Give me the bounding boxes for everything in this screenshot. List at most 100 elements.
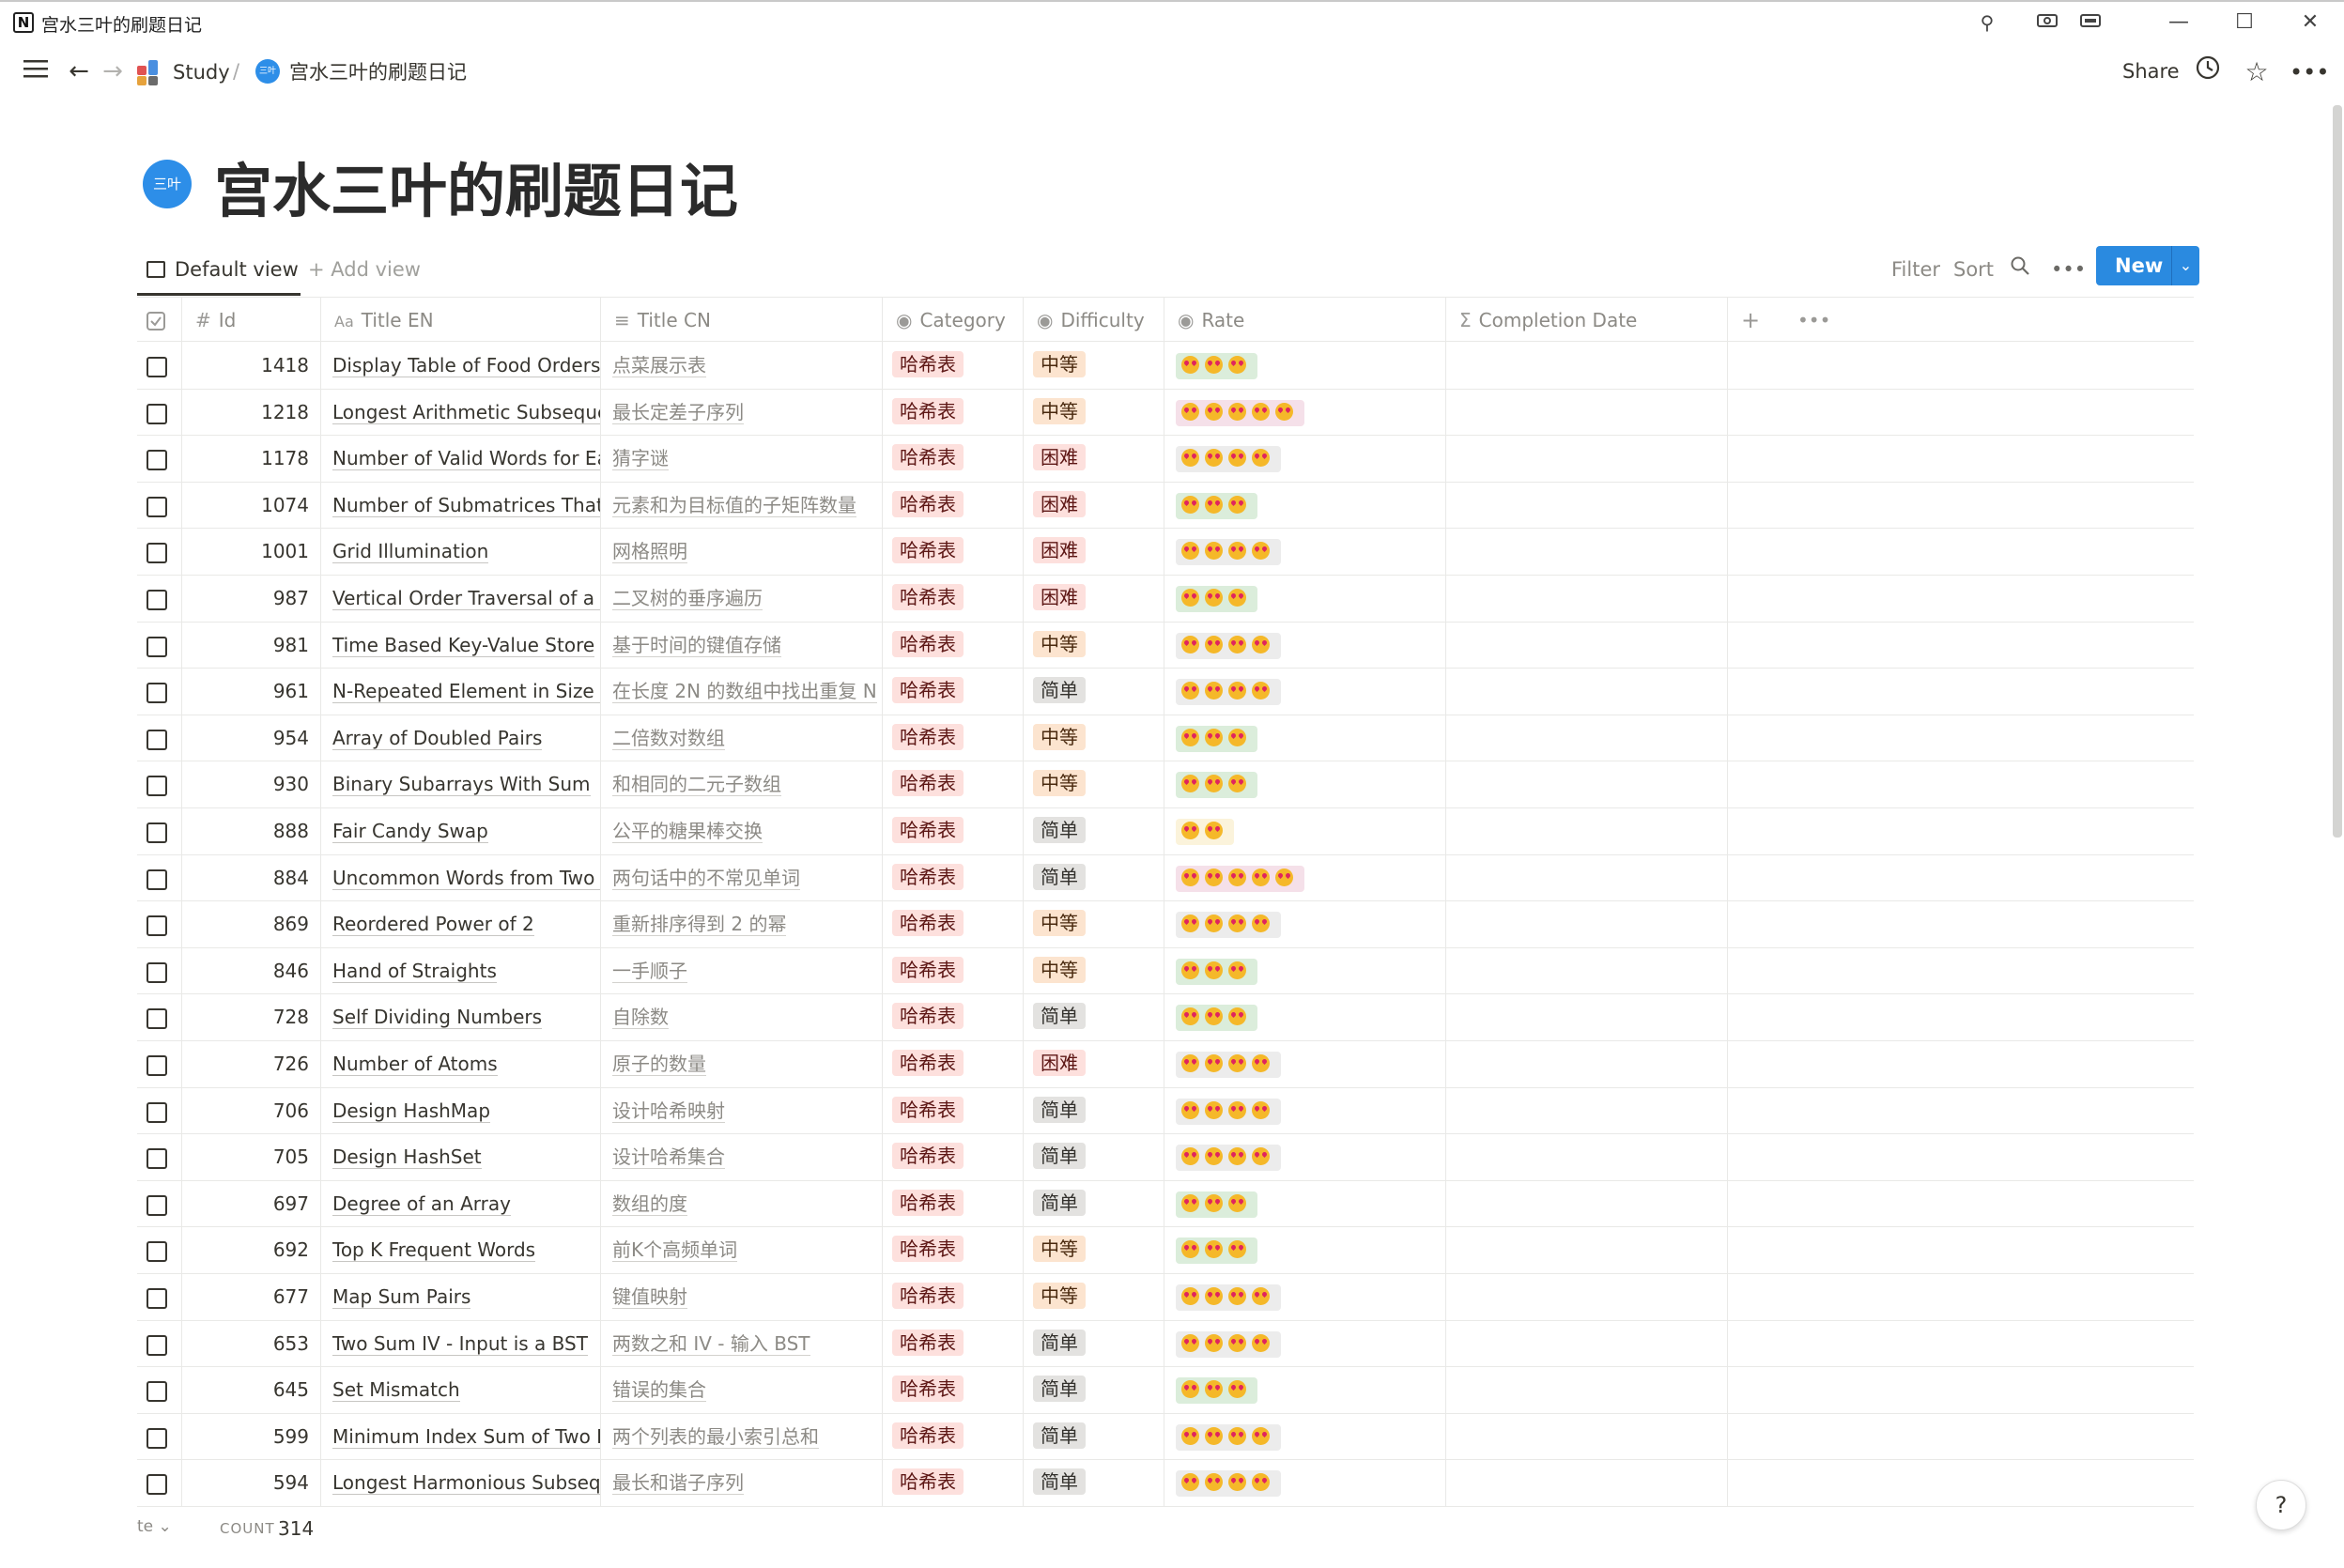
cell-title-cn[interactable]: 数组的度 xyxy=(601,1180,883,1227)
cell-difficulty[interactable]: 简单 xyxy=(1024,1413,1164,1460)
cell-difficulty[interactable]: 困难 xyxy=(1024,436,1164,483)
table-row[interactable]: 726 Number of Atoms 原子的数量 哈希表 困难 xyxy=(137,1041,2194,1088)
cell-title-cn[interactable]: 设计哈希集合 xyxy=(601,1134,883,1181)
cell-title-en[interactable]: Minimum Index Sum of Two L xyxy=(321,1413,601,1460)
cell-rate[interactable] xyxy=(1164,1460,1446,1507)
cell-category[interactable]: 哈希表 xyxy=(883,761,1024,808)
cell-category[interactable]: 哈希表 xyxy=(883,669,1024,715)
cell-id[interactable]: 705 xyxy=(182,1134,321,1181)
row-checkbox[interactable] xyxy=(146,1381,167,1403)
cell-title-cn[interactable]: 最长和谐子序列 xyxy=(601,1460,883,1507)
cell-category[interactable]: 哈希表 xyxy=(883,947,1024,994)
forward-arrow-icon[interactable]: → xyxy=(96,53,130,90)
cell-id[interactable]: 961 xyxy=(182,669,321,715)
cell-difficulty[interactable]: 中等 xyxy=(1024,901,1164,948)
cell-id[interactable]: 888 xyxy=(182,808,321,854)
cell-difficulty[interactable]: 中等 xyxy=(1024,622,1164,669)
row-checkbox[interactable] xyxy=(146,403,167,424)
cell-difficulty[interactable]: 简单 xyxy=(1024,669,1164,715)
cell-rate[interactable] xyxy=(1164,436,1446,483)
cell-rate[interactable] xyxy=(1164,622,1446,669)
pin-icon[interactable]: ⚲ xyxy=(1968,9,2006,36)
table-row[interactable]: 1178 Number of Valid Words for Ea 猜字谜 哈希表 困难 xyxy=(137,436,2194,483)
table-row[interactable]: 692 Top K Frequent Words 前K个高频单词 哈希表 中等 xyxy=(137,1227,2194,1274)
cell-id[interactable]: 1074 xyxy=(182,482,321,529)
page-icon[interactable]: 三叶 xyxy=(143,160,192,208)
cell-id[interactable]: 728 xyxy=(182,994,321,1041)
cell-id[interactable]: 954 xyxy=(182,715,321,761)
cell-title-en[interactable]: Reordered Power of 2 xyxy=(321,901,601,948)
chevron-down-icon[interactable]: ⌄ xyxy=(2171,246,2199,285)
cell-title-en[interactable]: Design HashSet xyxy=(321,1134,601,1181)
cell-rate[interactable] xyxy=(1164,1180,1446,1227)
cell-difficulty[interactable]: 困难 xyxy=(1024,482,1164,529)
cell-id[interactable]: 1001 xyxy=(182,529,321,576)
cell-completion-date[interactable] xyxy=(1446,994,1728,1041)
cell-title-cn[interactable]: 键值映射 xyxy=(601,1274,883,1320)
cell-title-en[interactable]: N-Repeated Element in Size 2 xyxy=(321,669,601,715)
cell-rate[interactable] xyxy=(1164,343,1446,389)
cell-rate[interactable] xyxy=(1164,1274,1446,1320)
cell-difficulty[interactable]: 简单 xyxy=(1024,1134,1164,1181)
cell-title-en[interactable]: Grid Illumination xyxy=(321,529,601,576)
cell-title-cn[interactable]: 重新排序得到 2 的幂 xyxy=(601,901,883,948)
row-checkbox[interactable] xyxy=(146,590,167,610)
cell-title-cn[interactable]: 错误的集合 xyxy=(601,1367,883,1414)
favorite-star-icon[interactable]: ☆ xyxy=(2239,54,2275,90)
cell-difficulty[interactable]: 简单 xyxy=(1024,1320,1164,1367)
cell-title-cn[interactable]: 元素和为目标值的子矩阵数量 xyxy=(601,482,883,529)
cell-title-cn[interactable]: 猜字谜 xyxy=(601,436,883,483)
search-icon[interactable] xyxy=(2010,255,2030,284)
cell-category[interactable]: 哈希表 xyxy=(883,343,1024,389)
menu-icon[interactable] xyxy=(19,53,53,90)
cell-difficulty[interactable]: 中等 xyxy=(1024,715,1164,761)
cell-rate[interactable] xyxy=(1164,669,1446,715)
cell-completion-date[interactable] xyxy=(1446,1134,1728,1181)
cell-title-cn[interactable]: 基于时间的键值存储 xyxy=(601,622,883,669)
cell-completion-date[interactable] xyxy=(1446,1087,1728,1134)
cell-title-en[interactable]: Design HashMap xyxy=(321,1087,601,1134)
cell-difficulty[interactable]: 中等 xyxy=(1024,761,1164,808)
cell-title-cn[interactable]: 一手顺子 xyxy=(601,947,883,994)
table-row[interactable]: 706 Design HashMap 设计哈希映射 哈希表 简单 xyxy=(137,1087,2194,1135)
row-checkbox[interactable] xyxy=(146,636,167,657)
cell-completion-date[interactable] xyxy=(1446,1413,1728,1460)
column-header-title-en[interactable]: Aa Title EN xyxy=(321,298,601,343)
row-checkbox[interactable] xyxy=(146,869,167,890)
cell-category[interactable]: 哈希表 xyxy=(883,1134,1024,1181)
cell-rate[interactable] xyxy=(1164,1320,1446,1367)
cell-title-cn[interactable]: 原子的数量 xyxy=(601,1041,883,1087)
table-row[interactable]: 728 Self Dividing Numbers 自除数 哈希表 简单 xyxy=(137,994,2194,1041)
row-checkbox[interactable] xyxy=(146,1101,167,1123)
cell-difficulty[interactable]: 困难 xyxy=(1024,1041,1164,1087)
cell-title-en[interactable]: Map Sum Pairs xyxy=(321,1274,601,1320)
maximize-button[interactable]: ☐ xyxy=(2226,9,2263,36)
cell-rate[interactable] xyxy=(1164,901,1446,948)
column-header-difficulty[interactable]: ◉ Difficulty xyxy=(1024,298,1164,343)
cell-difficulty[interactable]: 简单 xyxy=(1024,1367,1164,1414)
cell-title-en[interactable]: Number of Atoms xyxy=(321,1041,601,1087)
cell-rate[interactable] xyxy=(1164,389,1446,436)
cell-title-en[interactable]: Number of Valid Words for Ea xyxy=(321,436,601,483)
table-row[interactable]: 869 Reordered Power of 2 重新排序得到 2 的幂 哈希表 中等 xyxy=(137,901,2194,948)
table-row[interactable]: 987 Vertical Order Traversal of a Bi 二叉树的垂… xyxy=(137,576,2194,623)
minimize-button[interactable]: — xyxy=(2160,9,2198,36)
cell-id[interactable]: 846 xyxy=(182,947,321,994)
row-checkbox[interactable] xyxy=(146,1474,167,1496)
table-row[interactable]: 697 Degree of an Array 数组的度 哈希表 简单 xyxy=(137,1180,2194,1228)
cell-rate[interactable] xyxy=(1164,1413,1446,1460)
row-checkbox[interactable] xyxy=(146,1334,167,1356)
cell-completion-date[interactable] xyxy=(1446,1041,1728,1087)
cell-category[interactable]: 哈希表 xyxy=(883,994,1024,1041)
cell-completion-date[interactable] xyxy=(1446,389,1728,436)
cell-id[interactable]: 653 xyxy=(182,1320,321,1367)
cell-title-en[interactable]: Time Based Key-Value Store xyxy=(321,622,601,669)
cell-category[interactable]: 哈希表 xyxy=(883,389,1024,436)
cell-rate[interactable] xyxy=(1164,808,1446,854)
row-checkbox[interactable] xyxy=(146,1427,167,1449)
cell-title-cn[interactable]: 设计哈希映射 xyxy=(601,1087,883,1134)
cell-category[interactable]: 哈希表 xyxy=(883,854,1024,901)
table-row[interactable]: 677 Map Sum Pairs 键值映射 哈希表 中等 xyxy=(137,1274,2194,1321)
cell-id[interactable]: 594 xyxy=(182,1460,321,1507)
cell-title-en[interactable]: Array of Doubled Pairs xyxy=(321,715,601,761)
